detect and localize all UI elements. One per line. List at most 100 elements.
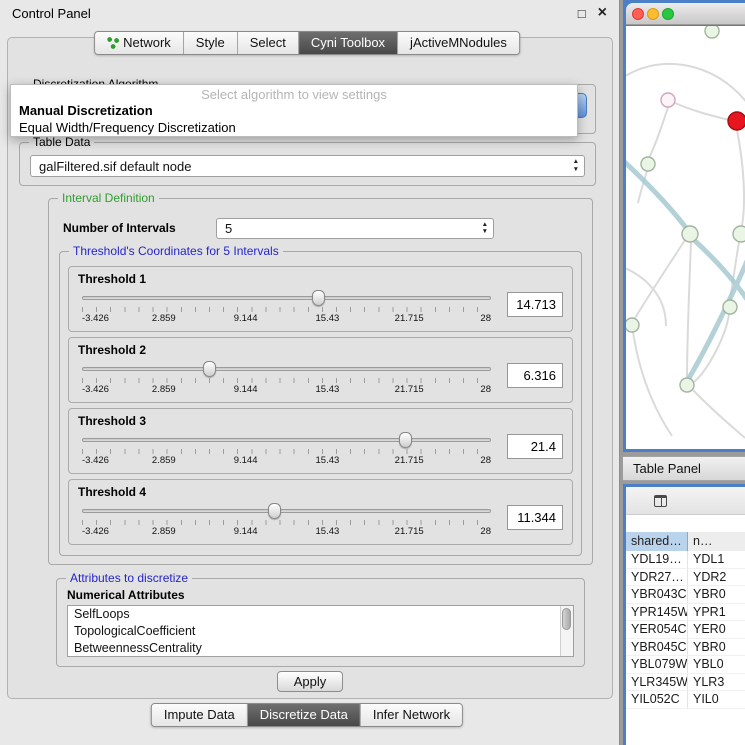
slider-track[interactable] [82, 438, 491, 442]
close-traffic-light-icon[interactable] [632, 8, 644, 20]
list-item[interactable]: SelfLoops [68, 606, 573, 623]
column-header-shared-name[interactable]: shared… [626, 532, 688, 551]
tab[interactable]: Select [238, 32, 299, 54]
tab-label: Cyni Toolbox [311, 35, 385, 50]
table-rows: YDL19… YDL1 YDR27… YDR2 YBR043C YBR0 YPR… [626, 551, 745, 709]
minimize-traffic-light-icon[interactable] [647, 8, 659, 20]
table-panel-window: shared… n… YDL19… YDL1 YDR27… YDR2 YBR04… [623, 484, 745, 745]
cell-name[interactable]: YER0 [688, 621, 745, 638]
tab[interactable]: Discretize Data [248, 704, 361, 726]
cell-name[interactable]: YBR0 [688, 586, 745, 603]
table-row[interactable]: YLR345W YLR3 [626, 674, 745, 692]
network-graph[interactable] [626, 26, 745, 449]
threshold-panel: Threshold 2 -3.4262.8599.14415.4321.7152… [68, 337, 573, 403]
table-panel-header[interactable]: Table Panel [623, 456, 745, 481]
scrollbar-thumb[interactable] [562, 608, 571, 630]
tab-label: Discretize Data [260, 707, 348, 722]
slider-thumb[interactable] [312, 290, 325, 306]
show-columns-icon[interactable] [654, 495, 667, 507]
cell-name[interactable]: YBL0 [688, 656, 745, 673]
tab[interactable]: Infer Network [361, 704, 462, 726]
cell-shared-name[interactable]: YPR145W [626, 604, 688, 621]
slider-track[interactable] [82, 509, 491, 513]
slider-ticks [82, 378, 491, 383]
scale-tick-label: 15.43 [316, 526, 340, 537]
tab-label: Infer Network [373, 707, 450, 722]
table-row[interactable]: YBR045C YBR0 [626, 639, 745, 657]
tab[interactable]: jActiveMNodules [398, 32, 519, 54]
dropdown-option[interactable]: Equal Width/Frequency Discretization [13, 120, 577, 136]
dropdown-option[interactable]: Manual Discretization [13, 103, 577, 119]
slider-thumb[interactable] [399, 432, 412, 448]
scale-tick-label: 28 [480, 313, 491, 324]
close-window-icon[interactable]: × [598, 4, 607, 22]
network-node[interactable] [680, 378, 694, 392]
tab-label: Impute Data [164, 707, 235, 722]
network-canvas[interactable] [626, 26, 745, 449]
threshold-slider[interactable] [82, 503, 491, 520]
table-row[interactable]: YDR27… YDR2 [626, 569, 745, 587]
cell-name[interactable]: YPR1 [688, 604, 745, 621]
cell-name[interactable]: YDL1 [688, 551, 745, 568]
network-node[interactable] [641, 157, 655, 171]
selected-network-node[interactable] [728, 112, 745, 130]
table-row[interactable]: YIL052C YIL0 [626, 691, 745, 709]
table-row[interactable]: YDL19… YDL1 [626, 551, 745, 569]
cell-shared-name[interactable]: YLR345W [626, 674, 688, 691]
table-header-row: shared… n… [626, 532, 745, 551]
scale-tick-label: 2.859 [152, 313, 176, 324]
network-node[interactable] [733, 226, 745, 242]
cell-name[interactable]: YIL0 [688, 691, 745, 708]
table-row[interactable]: YPR145W YPR1 [626, 604, 745, 622]
cell-shared-name[interactable]: YBR045C [626, 639, 688, 656]
slider-track[interactable] [82, 296, 491, 300]
tab[interactable]: Impute Data [152, 704, 248, 726]
network-node[interactable] [723, 300, 737, 314]
apply-button[interactable]: Apply [277, 671, 343, 692]
network-node[interactable] [661, 93, 675, 107]
table-gap [626, 515, 745, 532]
table-row[interactable]: YER054C YER0 [626, 621, 745, 639]
table-row[interactable]: YBR043C YBR0 [626, 586, 745, 604]
threshold-slider[interactable] [82, 361, 491, 378]
network-node[interactable] [682, 226, 698, 242]
zoom-traffic-light-icon[interactable] [662, 8, 674, 20]
column-header-name[interactable]: n… [688, 532, 745, 551]
scale-tick-label: 21.715 [395, 526, 424, 537]
network-node[interactable] [705, 26, 719, 38]
tab[interactable]: Network [95, 32, 184, 54]
cell-name[interactable]: YDR2 [688, 569, 745, 586]
threshold-slider[interactable] [82, 290, 491, 307]
cell-shared-name[interactable]: YDR27… [626, 569, 688, 586]
cell-shared-name[interactable]: YIL052C [626, 691, 688, 708]
scale-tick-label: -3.426 [82, 384, 109, 395]
slider-track[interactable] [82, 367, 491, 371]
tab[interactable]: Cyni Toolbox [299, 32, 398, 54]
table-data-select[interactable]: galFiltered.sif default node ▲ ▼ [30, 155, 585, 177]
threshold-slider[interactable] [82, 432, 491, 449]
cell-shared-name[interactable]: YDL19… [626, 551, 688, 568]
threshold-value-input[interactable]: 21.4 [507, 434, 563, 459]
list-scrollbar[interactable] [560, 606, 573, 656]
cell-shared-name[interactable]: YER054C [626, 621, 688, 638]
cell-name[interactable]: YLR3 [688, 674, 745, 691]
cell-shared-name[interactable]: YBR043C [626, 586, 688, 603]
network-node[interactable] [626, 318, 639, 332]
slider-ticks [82, 307, 491, 312]
threshold-value-input[interactable]: 14.713 [507, 292, 563, 317]
network-icon [107, 37, 119, 49]
table-row[interactable]: YBL079W YBL0 [626, 656, 745, 674]
float-window-icon[interactable]: □ [578, 6, 586, 21]
threshold-value-input[interactable]: 6.316 [507, 363, 563, 388]
list-item[interactable]: BetweennessCentrality [68, 640, 573, 657]
tab[interactable]: Style [184, 32, 238, 54]
cell-name[interactable]: YBR0 [688, 639, 745, 656]
num-intervals-select[interactable]: 5 ▲ ▼ [216, 218, 494, 239]
numerical-attributes-list[interactable]: SelfLoopsTopologicalCoefficientBetweenne… [67, 605, 574, 657]
list-item[interactable]: TopologicalCoefficient [68, 623, 573, 640]
threshold-value-input[interactable]: 11.344 [507, 505, 563, 530]
slider-thumb[interactable] [268, 503, 281, 519]
thresholds-group-label: Threshold's Coordinates for 5 Intervals [69, 244, 283, 259]
slider-thumb[interactable] [203, 361, 216, 377]
cell-shared-name[interactable]: YBL079W [626, 656, 688, 673]
